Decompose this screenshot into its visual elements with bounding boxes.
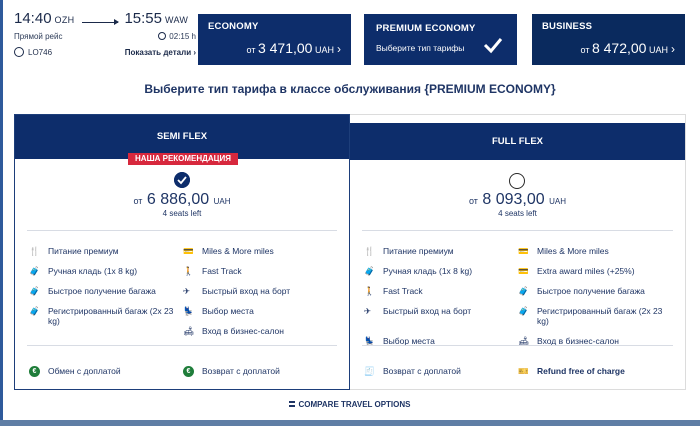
feature-refund: 🧾 Возврат с доплатой [364,366,461,376]
miles-card-icon: 💳 [183,246,194,256]
clock-icon [158,32,167,40]
euro-icon: € [29,366,40,377]
divider [362,345,673,346]
bag-icon: 🧳 [364,266,375,276]
lounge-icon: 🛋 [183,326,194,336]
arrival-time: 15:55 [124,10,162,27]
ticket-icon: 🎫 [518,366,529,376]
direct-flight-label: Прямой рейс [14,32,63,41]
departure-airport-code: OZH [54,15,75,25]
seat-icon: 💺 [183,306,194,316]
refund-icon: 🧾 [364,366,375,376]
feature-fast-baggage: 🧳 Быстрое получение багажа [29,286,156,296]
airline-logo-icon [14,47,24,57]
divider [27,230,337,231]
tab-economy-price: от 3 471,00 UAH › [246,40,341,56]
seats-left: 4 seats left [162,209,202,218]
tab-premium-label: PREMIUM ECONOMY [376,23,476,34]
euro-icon: € [183,366,194,377]
tab-premium-economy[interactable]: PREMIUM ECONOMY Выберите тип тарифы [364,14,517,65]
baggage-icon: 🧳 [29,286,40,296]
fare-type-heading: Выберите тип тарифа в классе обслуживани… [144,82,556,96]
feature-premium-meal: 🍴 Питание премиум [29,246,119,256]
arrival-airport-code: WAW [165,15,189,25]
flight-summary: 14:40 OZH 15:55 WAW Прямой рейс 02:15 h … [14,10,196,65]
chevron-right-icon: › [337,42,341,56]
radio-selected-icon[interactable] [174,172,190,188]
feature-hand-luggage: 🧳 Ручная кладь (1x 8 kg) [364,266,473,276]
fare-card-full-flex[interactable]: FULL FLEX от 8 093,00 UAH 4 seats left 🍴… [350,114,686,390]
feature-premium-meal: 🍴 Питание премиум [364,246,454,256]
suitcase-icon: 🧳 [518,306,529,316]
suitcase-icon: 🧳 [29,306,40,316]
bag-icon: 🧳 [29,266,40,276]
feature-priority-boarding: ✈ Быстрый вход на борт [364,306,472,316]
baggage-icon: 🧳 [518,286,529,296]
divider [362,230,673,231]
feature-priority-boarding: ✈ Быстрый вход на борт [183,286,291,296]
tab-business[interactable]: BUSINESS от 8 472,00 UAH › [532,14,685,65]
feature-seat-selection: 💺 Выбор места [183,306,254,316]
tab-premium-subtitle: Выберите тип тарифы [376,43,465,53]
flight-number: LO746 [14,47,52,57]
seats-left: 4 seats left [498,209,537,218]
tab-economy[interactable]: ECONOMY от 3 471,00 UAH › [198,14,351,65]
page-left-border [0,0,3,426]
fare-card-semi-flex[interactable]: SEMI FLEX НАША РЕКОМЕНДАЦИЯ от 6 886,00 … [14,114,350,390]
feature-fast-track: 🚶 Fast Track [183,266,242,276]
arrow-right-icon [82,19,120,25]
divider [27,345,337,346]
fare-price: от 8 093,00 UAH [468,191,566,208]
compare-icon [289,401,296,407]
award-miles-icon: 💳 [518,266,529,276]
recommendation-badge: НАША РЕКОМЕНДАЦИЯ [128,153,238,165]
tab-economy-label: ECONOMY [208,21,259,32]
tab-business-label: BUSINESS [542,21,593,32]
cutlery-icon: 🍴 [29,246,40,256]
feature-refund: € Возврат с доплатой [183,366,333,377]
fast-track-icon: 🚶 [364,286,375,296]
fast-track-icon: 🚶 [183,266,194,276]
departure-time: 14:40 [14,10,52,27]
feature-checked-baggage: 🧳 Регистрированный багаж (2x 23 kg) [518,306,663,326]
fare-price: от 6 886,00 UAH [133,191,231,208]
fare-card-title: FULL FLEX [350,123,685,160]
feature-fast-baggage: 🧳 Быстрое получение багажа [518,286,645,296]
feature-fast-track: 🚶 Fast Track [364,286,423,296]
show-details-link[interactable]: Показать детали › [125,48,196,57]
boarding-icon: ✈ [364,306,372,316]
duration: 02:15 h [158,32,196,41]
compare-travel-options-link[interactable]: COMPARE TRAVEL OPTIONS [0,400,700,409]
radio-unselected-icon[interactable] [509,173,525,189]
feature-hand-luggage: 🧳 Ручная кладь (1x 8 kg) [29,266,138,276]
feature-extra-miles: 💳 Extra award miles (+25%) [518,266,635,276]
feature-lounge: 🛋 Вход в бизнес-салон [183,326,284,336]
tab-business-price: от 8 472,00 UAH › [580,40,675,56]
chevron-right-icon: › [671,42,675,56]
miles-card-icon: 💳 [518,246,529,256]
checkmark-icon [483,38,503,54]
feature-free-refund: 🎫 Refund free of charge [518,366,625,376]
feature-miles: 💳 Miles & More miles [183,246,274,256]
feature-exchange: € Обмен с доплатой [29,366,179,377]
boarding-icon: ✈ [183,286,191,296]
feature-checked-baggage: 🧳 Регистрированный багаж (2x 23 kg) [29,306,174,326]
cutlery-icon: 🍴 [364,246,375,256]
feature-miles: 💳 Miles & More miles [518,246,609,256]
page-bottom-border [0,420,700,426]
